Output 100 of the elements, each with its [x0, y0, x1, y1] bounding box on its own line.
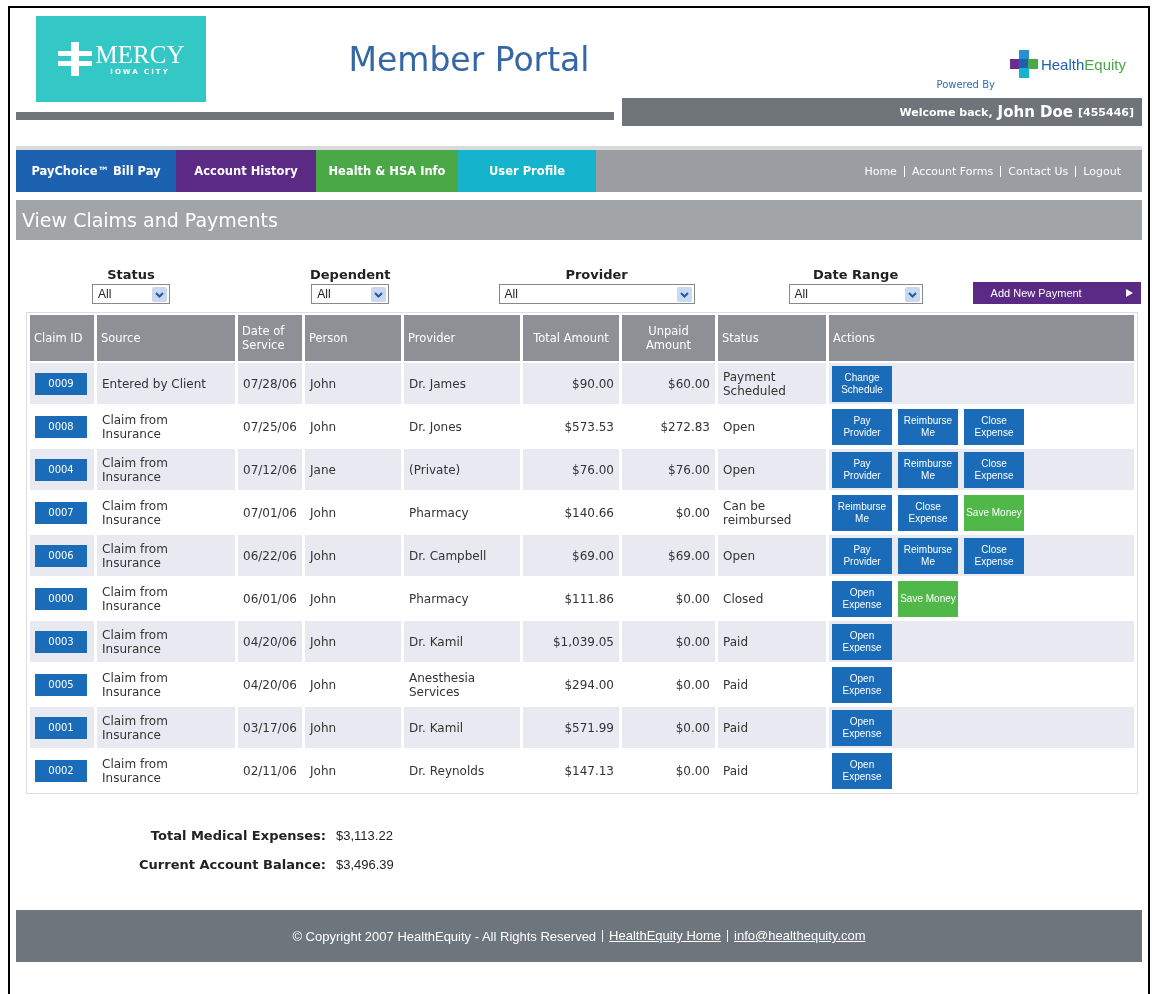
action-button[interactable]: Reimburse Me: [898, 537, 958, 574]
table-cell: Paid: [718, 707, 826, 748]
claim-id-button[interactable]: 0001: [35, 716, 87, 739]
action-button[interactable]: Reimburse Me: [898, 408, 958, 445]
table-cell-text: 07/25/06: [242, 418, 298, 436]
claim-id-button[interactable]: 0005: [35, 673, 87, 696]
total-value: $3,496.39: [336, 857, 394, 872]
table-cell: 03/17/06: [238, 707, 302, 748]
table-cell: $76.00: [523, 449, 619, 490]
filter-label: Provider: [565, 267, 628, 282]
action-button[interactable]: Open Expense: [832, 709, 892, 746]
table-cell: Open: [718, 449, 826, 490]
column-header: Total Amount: [523, 315, 619, 361]
table-cell-text: Dr. Jones: [408, 418, 463, 436]
user-name: John Doe: [997, 103, 1073, 121]
table-cell-text: $147.13: [563, 762, 615, 780]
action-button[interactable]: Close Expense: [964, 408, 1024, 445]
table-cell: Dr. Kamil: [404, 707, 520, 748]
copyright-text: © Copyright 2007 HealthEquity - All Rights Reserved: [292, 928, 597, 944]
action-button[interactable]: Change Schedule: [832, 365, 892, 402]
claim-id-button[interactable]: 0006: [35, 544, 87, 567]
action-button[interactable]: Pay Provider: [832, 451, 892, 488]
claim-id-button[interactable]: 0009: [35, 372, 87, 395]
table-cell: Dr. Kamil: [404, 621, 520, 662]
filter-dropdown[interactable]: All: [788, 284, 923, 304]
table-cell-text: Open: [722, 418, 757, 436]
add-new-payment-button[interactable]: Add New Payment: [972, 282, 1141, 304]
footer-link[interactable]: HealthEquity Home: [602, 930, 722, 942]
table-cell: (Private): [404, 449, 520, 490]
table-cell-text: Claim from Insurance: [101, 583, 169, 615]
action-button[interactable]: Close Expense: [964, 451, 1024, 488]
column-header: Status: [718, 315, 826, 361]
table-cell: 07/12/06: [238, 449, 302, 490]
action-button[interactable]: Open Expense: [832, 666, 892, 703]
table-cell-text: Closed: [722, 590, 765, 608]
table-cell-text: 04/20/06: [242, 676, 298, 694]
table-cell: $0.00: [622, 707, 715, 748]
column-header: Actions: [829, 315, 1134, 361]
table-cell-text: Anesthesia Services: [408, 669, 477, 701]
portal-title: Member Portal: [347, 39, 591, 79]
total-label: Current Account Balance:: [138, 857, 326, 872]
table-cell: $1,039.05: [523, 621, 619, 662]
table-cell: $69.00: [523, 535, 619, 576]
table-cell-text: Claim from Insurance: [101, 755, 169, 787]
table-cell: $90.00: [523, 363, 619, 404]
table-cell-text: John: [308, 504, 338, 522]
member-id: [455446]: [1078, 105, 1134, 119]
logo-name: MERCY: [95, 42, 185, 68]
nav-tab[interactable]: Account History: [176, 150, 316, 192]
action-button[interactable]: Close Expense: [898, 494, 958, 531]
action-button[interactable]: Open Expense: [832, 752, 892, 789]
table-cell-text: Paid: [722, 762, 749, 780]
column-header: Date of Service: [238, 315, 302, 361]
action-button[interactable]: Open Expense: [832, 623, 892, 660]
table-cell: $76.00: [622, 449, 715, 490]
table-cell-text: 02/11/06: [242, 762, 298, 780]
table-cell-text: $140.66: [563, 504, 615, 522]
action-button[interactable]: Reimburse Me: [898, 451, 958, 488]
nav-tab[interactable]: PayChoice™ Bill Pay: [16, 150, 176, 192]
table-cell-text: Claim from Insurance: [101, 669, 169, 701]
filter-dropdown[interactable]: All: [92, 284, 170, 304]
claim-id-button[interactable]: 0008: [35, 415, 87, 438]
table-cell: John: [305, 535, 401, 576]
action-button[interactable]: Pay Provider: [832, 408, 892, 445]
claim-id-button[interactable]: 0003: [35, 630, 87, 653]
filter-dropdown[interactable]: All: [498, 284, 695, 304]
table-cell: Paid: [718, 621, 826, 662]
table-cell-text: John: [308, 676, 338, 694]
table-cell: Dr. James: [404, 363, 520, 404]
table-cell: Claim from Insurance: [97, 621, 235, 662]
filter-dropdown[interactable]: All: [311, 284, 390, 304]
table-cell: $571.99: [523, 707, 619, 748]
table-cell-text: Pharmacy: [408, 504, 470, 522]
claim-id-button[interactable]: 0000: [35, 587, 87, 610]
squares-logo-icon: [1009, 50, 1038, 78]
footer-link[interactable]: info@healthequity.com: [727, 930, 866, 942]
table-cell-text: Claim from Insurance: [101, 497, 169, 529]
table-cell: John: [305, 707, 401, 748]
table-cell: 04/20/06: [238, 621, 302, 662]
claim-id-button[interactable]: 0002: [35, 759, 87, 782]
table-cell: Claim from Insurance: [97, 707, 235, 748]
table-cell-text: $294.00: [563, 676, 615, 694]
welcome-text: Welcome back,: [899, 105, 993, 119]
action-button[interactable]: Open Expense: [832, 580, 892, 617]
table-cell-text: 06/01/06: [242, 590, 298, 608]
table-cell-text: $0.00: [674, 762, 711, 780]
nav-tab[interactable]: Health & HSA Info: [316, 150, 458, 192]
table-cell-text: $0.00: [674, 504, 711, 522]
column-header: Claim ID: [30, 315, 94, 361]
arrow-right-icon: [1125, 289, 1133, 297]
action-button[interactable]: Reimburse Me: [832, 494, 892, 531]
claim-id-button[interactable]: 0004: [35, 458, 87, 481]
action-button[interactable]: Pay Provider: [832, 537, 892, 574]
table-cell-text: John: [308, 418, 338, 436]
action-button[interactable]: Close Expense: [964, 537, 1024, 574]
claim-id-button[interactable]: 0007: [35, 501, 87, 524]
table-cell-text: Dr. Reynolds: [408, 762, 486, 780]
table-cell: Payment Scheduled: [718, 363, 826, 404]
table-cell: John: [305, 621, 401, 662]
table-cell: 07/28/06: [238, 363, 302, 404]
